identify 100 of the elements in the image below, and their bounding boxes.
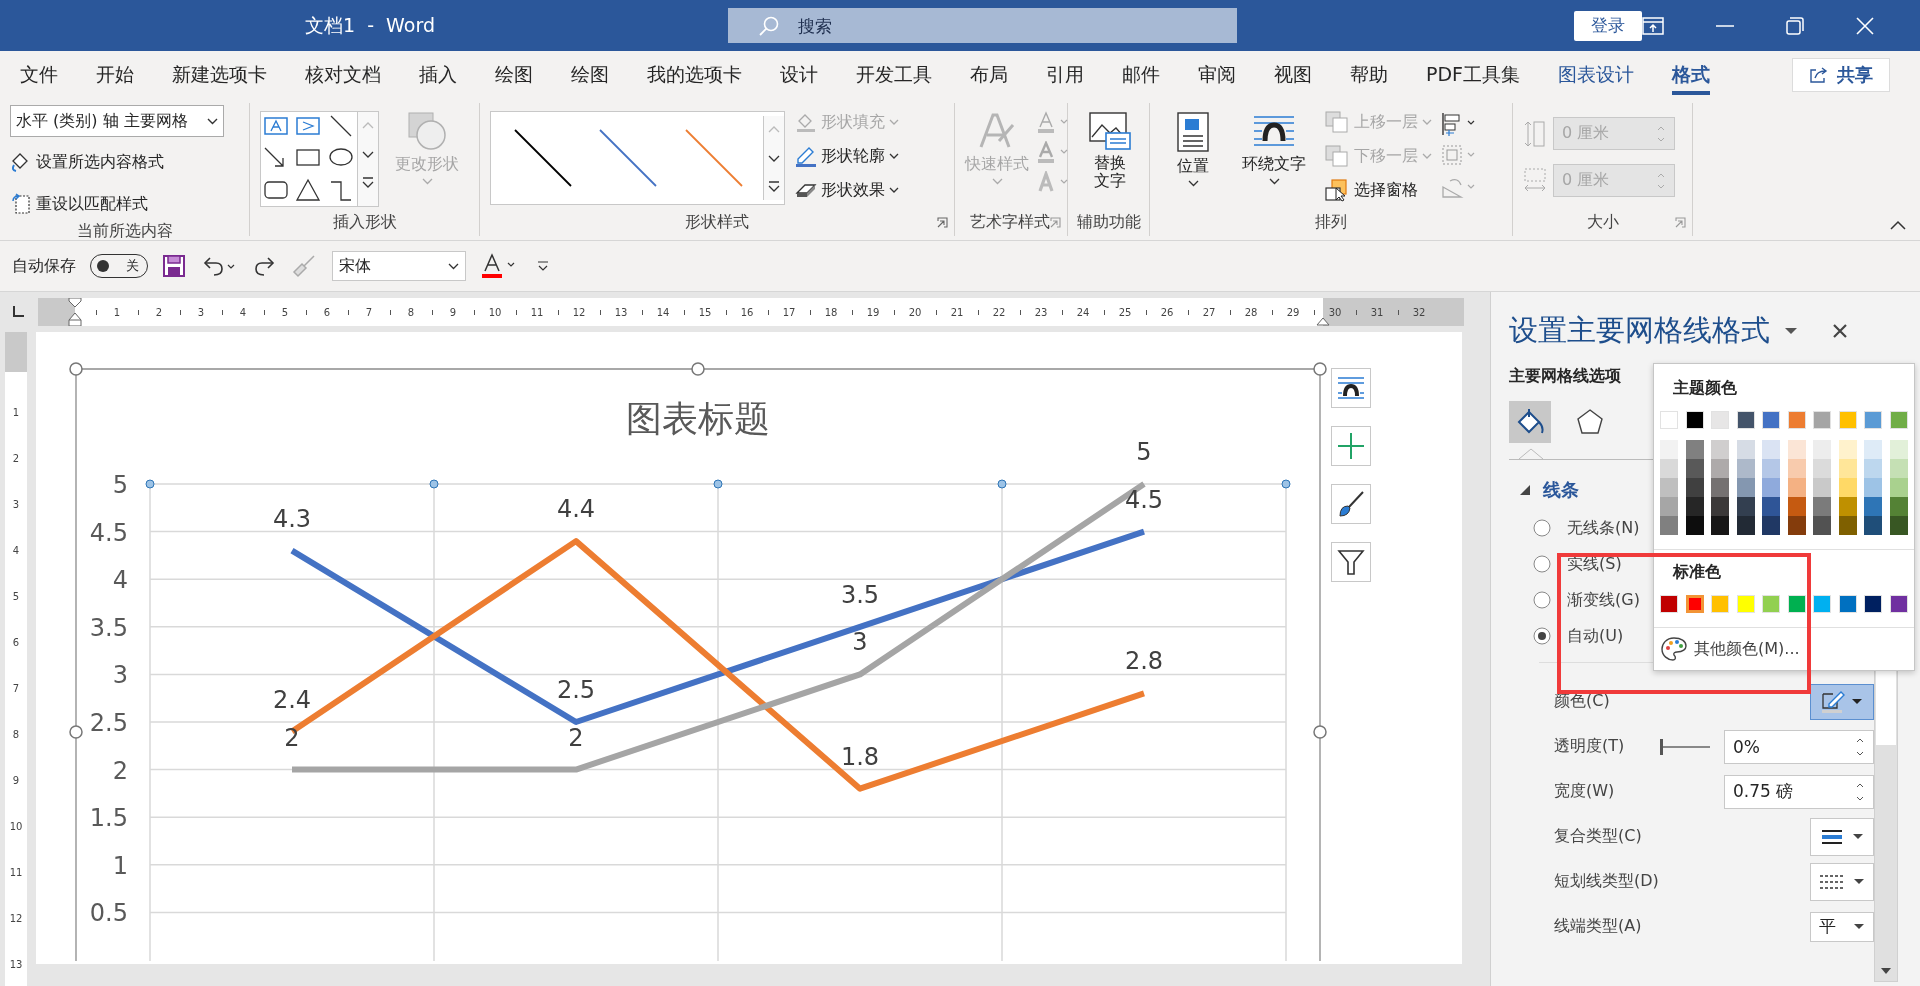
property-label: 宽度(W) <box>1554 781 1615 802</box>
data-label[interactable]: 1.8 <box>840 742 880 771</box>
ruler-number: 1 <box>11 405 21 420</box>
group-label: 插入形状 <box>332 211 397 233</box>
vertical-ruler[interactable]: 1 2 3 4 5 6 7 8 9 10 11 12 13 <box>5 332 27 986</box>
group-label: 艺术字样式 <box>970 211 1050 233</box>
ruler-number: 6 <box>11 635 21 650</box>
group-label: 当前所选内容 <box>76 221 173 242</box>
data-label[interactable]: 2.5 <box>556 676 596 704</box>
data-label[interactable]: 2 <box>284 723 300 752</box>
ribbon-tab[interactable]: 核对文档 <box>305 55 381 95</box>
ribbon-tab[interactable]: PDF工具集 <box>1426 55 1521 95</box>
ribbon-tab[interactable]: 邮件 <box>1122 55 1160 95</box>
options-label[interactable]: 主要网格线选项 <box>1509 366 1621 387</box>
ruler-number: 5 <box>11 589 21 604</box>
ruler-number: 12 <box>8 911 24 926</box>
font-dropdown[interactable]: 宋体 <box>332 251 466 281</box>
property-label: 短划线类型(D) <box>1554 871 1659 892</box>
axis-label: 3 <box>112 661 128 690</box>
ribbon-tab[interactable]: 我的选项卡 <box>647 55 742 95</box>
radio-option[interactable]: 渐变线(G) <box>1509 582 1640 618</box>
selection-dropdown[interactable]: 水平 (类别) 轴 主要网格 <box>10 105 224 137</box>
ribbon-command[interactable]: 重设以匹配样式 <box>10 187 241 221</box>
data-label[interactable]: 2.8 <box>1124 647 1164 676</box>
axis-label: 0.5 <box>89 899 128 928</box>
property-label: 线端类型(A) <box>1554 916 1642 937</box>
data-label[interactable]: 2 <box>568 723 584 752</box>
ribbon-tab[interactable]: 图表设计 <box>1558 55 1635 95</box>
ribbon-tab[interactable]: 设计 <box>780 55 818 95</box>
ruler-number: 2 <box>11 451 21 466</box>
radio-option[interactable]: 自动(U) <box>1509 618 1624 654</box>
sign-in-button[interactable]: 登录 <box>1574 10 1642 41</box>
ruler-number: 10 <box>8 819 24 834</box>
ribbon-tab[interactable]: 插入 <box>419 55 457 95</box>
ribbon-command[interactable]: 设置所选内容格式 <box>10 145 241 179</box>
menu-heading: 标准色 <box>1673 562 1721 583</box>
axis-label: 3.5 <box>89 613 128 642</box>
cap-type-dropdown[interactable]: 平 <box>1810 911 1874 942</box>
data-label[interactable]: 3.5 <box>840 580 880 609</box>
spin-field[interactable]: 0% <box>1724 729 1874 764</box>
ribbon-tab[interactable]: 视图 <box>1274 55 1312 95</box>
alt-text-button[interactable]: 替换文字 <box>1078 105 1141 208</box>
ribbon-tab[interactable]: 布局 <box>970 55 1008 95</box>
ruler-number: 4 <box>11 543 21 558</box>
ribbon-tab[interactable]: 绘图 <box>495 55 533 95</box>
spin-field[interactable]: 0.75 磅 <box>1724 774 1874 809</box>
axis-label: 4 <box>112 566 128 595</box>
autosave-label: 自动保存 <box>12 255 76 277</box>
axis-label: 1 <box>112 851 128 880</box>
data-label[interactable]: 2.4 <box>272 685 312 714</box>
window-title: 文档1 - Word <box>305 12 436 38</box>
share-button[interactable]: 共享 <box>1792 58 1890 92</box>
data-label[interactable]: 3 <box>852 628 868 657</box>
pane-title: 设置主要网格线格式 <box>1509 312 1770 349</box>
radio-option[interactable]: 无线条(N) <box>1509 510 1640 546</box>
ruler-number: 7 <box>11 681 21 696</box>
ribbon-command[interactable]: 形状效果 <box>795 173 899 207</box>
line-chart[interactable]: 图表标题 0.5 1 1.5 2 2.5 3 3.5 4 4.5 5 4.3 2.5 3.5 4.5 2.4 4.4 1.8 2.8 2 2 3 5 <box>89 398 1290 961</box>
ribbon-command[interactable]: 选择窗格 <box>1324 173 1432 207</box>
axis-label: 5 <box>112 471 128 499</box>
ribbon-tab[interactable]: 引用 <box>1046 55 1084 95</box>
ribbon-tab[interactable]: 文件 <box>20 55 58 95</box>
wrap-text-button[interactable]: 环绕文字 <box>1234 105 1314 208</box>
search-field[interactable]: 搜索 <box>728 8 1237 43</box>
ribbon-command[interactable]: 形状轮廓 <box>795 139 899 173</box>
ribbon-tab[interactable]: 新建选项卡 <box>172 55 267 95</box>
group-label: 辅助功能 <box>1076 211 1141 233</box>
ruler-number: 11 <box>8 865 24 880</box>
ribbon-tab[interactable]: 开发工具 <box>856 55 932 95</box>
ribbon-tab[interactable]: 开始 <box>96 55 134 95</box>
axis-label: 2.5 <box>89 709 128 737</box>
section-header[interactable]: 线条 <box>1519 478 1579 502</box>
position-button[interactable]: 位置 <box>1160 105 1226 208</box>
axis-label: 2 <box>112 756 128 785</box>
data-label[interactable]: 4.5 <box>1124 485 1164 514</box>
menu-heading: 主题颜色 <box>1673 378 1737 399</box>
ribbon-tab[interactable]: 格式 <box>1672 55 1711 95</box>
share-label: 共享 <box>1837 63 1873 87</box>
property-label: 复合类型(C) <box>1554 826 1642 847</box>
horizontal-ruler[interactable]: 1 2 3 4 5 6 7 8 9 10 11 12 13 14 15 16 17 18 19 20 21 22 23 24 25 26 27 28 29 30 31 32 <box>38 298 1464 326</box>
data-label[interactable]: 5 <box>1136 438 1152 466</box>
data-label[interactable]: 4.3 <box>272 504 312 533</box>
ruler-number: 13 <box>8 957 24 972</box>
data-label[interactable]: 4.4 <box>556 495 596 524</box>
ruler-number: 3 <box>11 497 21 512</box>
property-label: 颜色(C) <box>1554 691 1610 712</box>
axis-label: 4.5 <box>89 518 128 547</box>
property-label: 透明度(T) <box>1554 736 1625 757</box>
radio-option[interactable]: 实线(S) <box>1509 546 1622 582</box>
ribbon-tab[interactable]: 审阅 <box>1198 55 1236 95</box>
group-label: 大小 <box>1586 211 1619 233</box>
more-colors-item[interactable]: 其他颜色(M)... <box>1658 636 1910 670</box>
group-label: 排列 <box>1315 211 1347 233</box>
ruler-number: 9 <box>11 773 21 788</box>
axis-label: 1.5 <box>89 804 128 833</box>
ribbon-tab[interactable]: 帮助 <box>1350 55 1388 95</box>
chart-title[interactable]: 图表标题 <box>626 398 770 439</box>
ruler-number: 8 <box>11 727 21 742</box>
ribbon-tab[interactable]: 绘图 <box>571 55 609 95</box>
group-label: 形状样式 <box>685 211 749 233</box>
